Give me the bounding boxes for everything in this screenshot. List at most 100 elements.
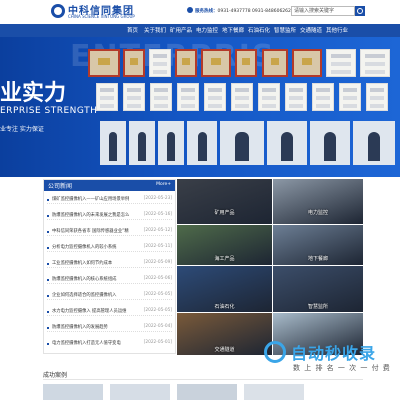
certificate-image xyxy=(96,83,118,111)
team-photo xyxy=(187,121,217,165)
news-more-link[interactable]: More+ xyxy=(156,182,171,187)
certificate-image xyxy=(262,49,288,77)
news-item-date: [2022-05-05] xyxy=(143,292,172,297)
logo-icon[interactable] xyxy=(51,4,65,18)
news-item[interactable]: 煤矿监控摄像机入——矿山应用场景举例 [2022-05-23] xyxy=(47,196,172,204)
hotline-number: 0931-4937778 0931-8486062624 xyxy=(217,9,294,14)
company-news-panel: 公司新闻 More+ 煤矿监控摄像机入——矿山应用场景举例 [2022-05-23… xyxy=(43,179,176,354)
certificate-image xyxy=(339,83,361,111)
bullet-icon xyxy=(47,231,49,233)
news-item-title[interactable]: 煤矿监控摄像机入——矿山应用场景举例 xyxy=(52,196,129,202)
bullet-icon xyxy=(47,199,49,201)
watermark-subtitle: 数 上 排 名 一 次 一 付 费 xyxy=(293,364,391,372)
news-item-title[interactable]: 防爆监控摄像机入的发展趋势 xyxy=(52,324,108,330)
certificate-image xyxy=(235,49,257,77)
divider xyxy=(47,251,172,252)
news-item[interactable]: 水力电力监控摄像入 提高管理人员运维 [2022-05-05] xyxy=(47,308,172,316)
divider xyxy=(47,219,172,220)
news-item[interactable]: 企业如何选择适合的监控摄像机入 [2022-05-05] xyxy=(47,292,172,300)
certificate-image xyxy=(366,83,388,111)
product-tile-prison[interactable]: 智慧监所 xyxy=(273,266,363,312)
product-tile-mining[interactable]: 矿用产品 xyxy=(177,179,272,224)
bullet-icon xyxy=(47,247,49,249)
nav-item-other[interactable]: 其他行业 xyxy=(326,26,348,34)
hero-banner: ENTERPRIS 业实力 ERPRISE STRENGTH 业专注 实力保证 xyxy=(0,37,400,177)
case-thumbnail[interactable] xyxy=(110,384,170,400)
certificate-image xyxy=(149,49,171,77)
news-item-date: [2022-05-05] xyxy=(143,308,172,313)
news-item[interactable]: 防爆监控摄像机入的未来发展之我是怎么 [2022-05-16] xyxy=(47,212,172,220)
search-input[interactable]: 请输入搜索关键字 xyxy=(291,6,355,16)
news-item-date: [2022-05-12] xyxy=(143,228,172,233)
news-item-title[interactable]: 企业如何选择适合的监控摄像机入 xyxy=(52,292,116,298)
bullet-icon xyxy=(47,295,49,297)
product-tile-power[interactable]: 电力监控 xyxy=(273,179,363,224)
news-item-date: [2022-05-16] xyxy=(143,212,172,217)
divider xyxy=(47,203,172,204)
banner-subtitle: ERPRISE STRENGTH xyxy=(0,106,98,116)
news-item[interactable]: 防爆监控摄像机入的核心系统组成 [2022-05-06] xyxy=(47,276,172,284)
certificate-image xyxy=(150,83,172,111)
nav-item-power[interactable]: 电力监控 xyxy=(196,26,218,34)
certificate-image xyxy=(258,83,280,111)
divider xyxy=(47,331,172,332)
news-item-title[interactable]: 中科信同荣获各省市 国际传感器业业”精 xyxy=(52,228,129,234)
main-nav: 首页 关于我们 矿用产品 电力监控 地下餐廊 石油石化 智慧监所 交通隧道 其他… xyxy=(0,24,400,37)
news-item[interactable]: 中科信同荣获各省市 国际传感器业业”精 [2022-05-12] xyxy=(47,228,172,236)
tile-label: 电力监控 xyxy=(307,210,328,216)
hotline: 服务热线：0931-4937778 0931-8486062624 xyxy=(195,8,294,14)
case-thumbnail[interactable] xyxy=(177,384,237,400)
news-item[interactable]: 工业监控摄像机入如何节约成本 [2022-05-09] xyxy=(47,260,172,268)
nav-item-tunnel[interactable]: 交通隧道 xyxy=(300,26,322,34)
team-photo xyxy=(129,121,155,165)
news-item-title[interactable]: 分析电力监控摄像机入的较小系统 xyxy=(52,244,116,250)
divider xyxy=(47,283,172,284)
news-title: 公司新闻 xyxy=(48,183,73,190)
watermark-logo-icon xyxy=(264,341,286,363)
news-item-title[interactable]: 工业监控摄像机入如何节约成本 xyxy=(52,260,112,266)
watermark-title: 自动秒收录 xyxy=(291,344,377,363)
news-item-title[interactable]: 防爆监控摄像机入的核心系统组成 xyxy=(52,276,116,282)
divider xyxy=(47,267,172,268)
bullet-icon xyxy=(47,311,49,313)
case-thumbnail[interactable] xyxy=(244,384,304,400)
page: 中科信同集团 CHINA SCIENCE XINTONG GROUP 服务热线：… xyxy=(0,0,400,400)
news-item[interactable]: 防爆监控摄像机入的发展趋势 [2022-05-04] xyxy=(47,324,172,332)
nav-item-prison[interactable]: 智慧监所 xyxy=(274,26,296,34)
news-item[interactable]: 分析电力监控摄像机入的较小系统 [2022-05-11] xyxy=(47,244,172,252)
certificate-image xyxy=(231,83,253,111)
certificate-image xyxy=(123,49,145,77)
banner-slogan: 业专注 实力保证 xyxy=(0,126,44,133)
news-item-date: [2022-05-06] xyxy=(143,276,172,281)
news-item-title[interactable]: 水力电力监控摄像入 提高管理人员运维 xyxy=(52,308,126,314)
search-icon[interactable] xyxy=(355,6,365,16)
certificate-image xyxy=(123,83,145,111)
bullet-icon xyxy=(47,263,49,265)
site-header: 中科信同集团 CHINA SCIENCE XINTONG GROUP 服务热线：… xyxy=(0,0,400,24)
certificate-image xyxy=(285,83,307,111)
logo-subtitle: CHINA SCIENCE XINTONG GROUP xyxy=(68,14,135,19)
divider xyxy=(47,315,172,316)
news-item-title[interactable]: 电力监控摄像机入打造无人值守变电 xyxy=(52,340,121,346)
product-tile-petro[interactable]: 石油石化 xyxy=(177,266,272,312)
certificate-image xyxy=(88,49,120,77)
cases-title: 成功案例 xyxy=(43,372,68,379)
tile-label: 交通隧道 xyxy=(214,347,235,353)
news-item-title[interactable]: 防爆监控摄像机入的未来发展之我是怎么 xyxy=(52,212,129,218)
product-tile-underground[interactable]: 地下餐廊 xyxy=(273,225,363,265)
nav-item-home[interactable]: 首页 xyxy=(127,26,138,34)
tile-label: 矿用产品 xyxy=(214,210,235,216)
divider xyxy=(47,235,172,236)
nav-item-mining[interactable]: 矿用产品 xyxy=(170,26,192,34)
team-photo xyxy=(353,121,395,165)
nav-item-about[interactable]: 关于我们 xyxy=(144,26,166,34)
news-item[interactable]: 电力监控摄像机入打造无人值守变电 [2022-05-01] xyxy=(47,340,172,348)
product-tile-tunnel[interactable]: 交通隧道 xyxy=(177,313,272,355)
banner-title: 业实力 xyxy=(0,81,67,106)
product-tile-marine[interactable]: 海工产品 xyxy=(177,225,272,265)
certificate-image xyxy=(175,49,197,77)
nav-item-underground[interactable]: 地下餐廊 xyxy=(222,26,244,34)
phone-icon xyxy=(187,7,193,13)
case-thumbnail[interactable] xyxy=(43,384,103,400)
nav-item-petro[interactable]: 石油石化 xyxy=(248,26,270,34)
